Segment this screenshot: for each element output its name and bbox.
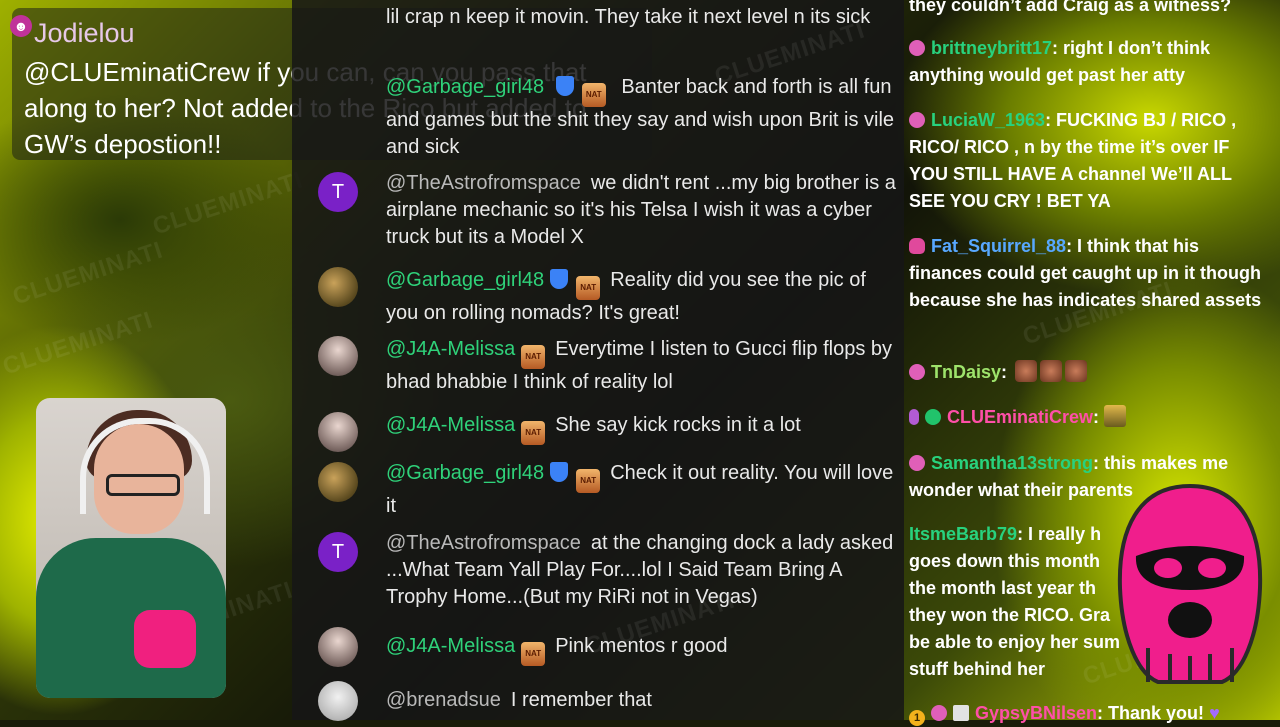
nat-one-badge-icon: NAT [521, 345, 546, 369]
sub-tier-icon: 1 [909, 710, 925, 726]
chat-message: 1 GypsyBNilsen: Thank you! ♥ [909, 700, 1271, 727]
verified-shield-icon [550, 269, 569, 289]
skull-icon [909, 238, 925, 254]
heart-icon: ♥ [1209, 703, 1220, 723]
chat-message: TnDaisy: [909, 359, 1271, 386]
avatar: ☻ [10, 15, 32, 37]
message-author[interactable]: @Garbage_girl48 [386, 269, 544, 291]
message-author[interactable]: @J4A-Melissa [386, 414, 515, 436]
watermark: CLUEMINATI [9, 236, 167, 311]
avatar [318, 627, 358, 667]
watermark: CLUEMINATI [149, 166, 307, 241]
microphone-icon [134, 610, 196, 668]
message-author[interactable]: @J4A-Melissa [386, 635, 515, 657]
chat-message: they couldn’t add Craig as a witness? [909, 0, 1271, 19]
verified-shield-icon [550, 462, 569, 482]
featured-author: Jodielou [34, 18, 135, 48]
microphone-icon [909, 409, 919, 425]
message-author[interactable]: Samantha13strong [931, 453, 1093, 473]
user-badge-icon [909, 112, 925, 128]
avatar: T [318, 532, 358, 572]
user-badge-icon [909, 40, 925, 56]
user-badge-icon [909, 455, 925, 471]
watermark: CLUEMINATI [0, 306, 157, 381]
message-author[interactable]: @Garbage_girl48 [386, 462, 544, 484]
emote-icon [1104, 405, 1127, 427]
nat-one-badge-icon: NAT [576, 276, 601, 300]
emote-icon [1040, 360, 1063, 382]
verified-check-icon [925, 409, 941, 425]
nat-one-badge-icon: NAT [581, 83, 606, 107]
avatar [318, 336, 358, 376]
message-author[interactable]: @TheAstrofromspace [386, 532, 581, 554]
chat-message: CLUEminatiCrew: [909, 404, 1271, 431]
message-author[interactable]: @brenadsue [386, 689, 501, 711]
message-author[interactable]: brittneybritt17 [931, 38, 1052, 58]
emote-icon [1015, 360, 1038, 382]
message-text: I remember that [510, 689, 652, 711]
message-author[interactable]: ItsmeBarb79 [909, 524, 1017, 544]
message-text: : I really h [1017, 524, 1102, 544]
avatar: T [318, 172, 358, 212]
gift-icon [953, 705, 969, 721]
message-text: they couldn’t add Craig as a witness? [909, 0, 1232, 15]
chat-message: LuciaW_1963: FUCKING BJ / RICO , RICO/ R… [909, 107, 1271, 215]
nat-one-badge-icon: NAT [576, 469, 601, 493]
message-text: She say kick rocks in it a lot [555, 414, 801, 436]
user-badge-icon [909, 364, 925, 380]
chat-message: Fat_Squirrel_88: I think that his financ… [909, 233, 1271, 314]
avatar [318, 462, 358, 502]
user-badge-icon [931, 705, 947, 721]
message-author[interactable]: @J4A-Melissa [386, 338, 515, 360]
message-text: @Garbage_girl48 NAT Banter back and fort… [386, 76, 895, 158]
emote-icon [1065, 360, 1088, 382]
avatar [318, 412, 358, 452]
message-text: lil crap n keep it movin. They take it n… [386, 6, 871, 28]
avatar [318, 681, 358, 721]
message-author[interactable]: TnDaisy [931, 362, 1001, 382]
nat-one-badge-icon: NAT [521, 421, 546, 445]
message-author[interactable]: CLUEminatiCrew [947, 407, 1093, 427]
avatar [318, 267, 358, 307]
center-chat-panel: CLUEMINATI CLUEMINATI lil crap n keep it… [292, 0, 904, 721]
message-author[interactable]: GypsyBNilsen [975, 703, 1097, 723]
message-author[interactable]: @TheAstrofromspace [386, 172, 581, 194]
nat-one-badge-icon: NAT [521, 642, 546, 666]
webcam-feed [36, 398, 226, 698]
balaclava-logo [1117, 483, 1263, 684]
message-author[interactable]: Fat_Squirrel_88 [931, 236, 1066, 256]
message-author[interactable]: @Garbage_girl48 [386, 76, 544, 98]
message-text: Pink mentos r good [555, 635, 728, 657]
verified-shield-icon [555, 76, 574, 96]
message-author[interactable]: LuciaW_1963 [931, 110, 1045, 130]
message-text: : Thank you! [1097, 703, 1205, 723]
chat-message: brittneybritt17: right I don’t think any… [909, 35, 1271, 89]
